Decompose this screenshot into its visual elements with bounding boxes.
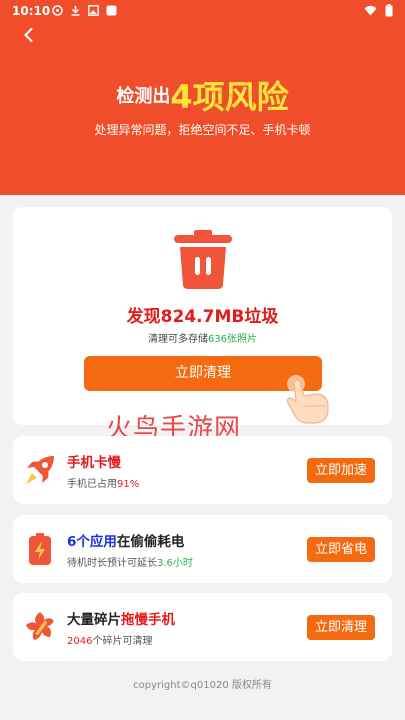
risk-sub-suffix: 个碎片可清理 bbox=[92, 636, 153, 647]
risk-title: 6个应用在偷偷耗电 bbox=[67, 530, 184, 550]
page-subtitle: 处理异常问题，拒绝空间不足、手机卡顿 bbox=[94, 123, 311, 137]
save-power-button[interactable]: 立即省电 bbox=[307, 537, 375, 562]
risk-title-text: 手机卡慢 bbox=[67, 455, 121, 471]
photo-count: 636张照片 bbox=[207, 334, 258, 345]
risk-subtitle: 2046个碎片可清理 bbox=[67, 632, 152, 647]
app-icon bbox=[106, 5, 117, 16]
image-icon bbox=[88, 5, 99, 16]
risk-title-app-count: 6个应用 bbox=[67, 534, 117, 550]
pointing-hand-icon bbox=[276, 370, 334, 426]
back-button[interactable] bbox=[18, 24, 40, 46]
status-right-icons bbox=[364, 4, 393, 20]
storage-prefix: 清理可多存储 bbox=[147, 334, 208, 345]
fragment-icon bbox=[23, 610, 57, 644]
junk-found-text: 发现824.7MB垃圾 bbox=[126, 307, 279, 327]
trash-icon bbox=[170, 229, 236, 291]
risk-sub-prefix: 手机已占用 bbox=[67, 479, 117, 490]
title-prefix: 检测出 bbox=[116, 86, 171, 107]
battery-icon bbox=[385, 4, 393, 20]
risk-sub-value: 91% bbox=[117, 479, 140, 490]
risk-card-slow: 手机卡慢 手机已占用91% 立即加速 bbox=[13, 436, 392, 504]
risk-card-battery: 6个应用在偷偷耗电 待机时长预计可延长3.6小时 立即省电 bbox=[13, 515, 392, 583]
risk-sub-value: 3.6小时 bbox=[157, 558, 193, 569]
risk-subtitle: 待机时长预计可延长3.6小时 bbox=[67, 554, 193, 569]
risk-title-warning: 拖慢手机 bbox=[121, 612, 175, 628]
risk-title-text: 大量碎片 bbox=[67, 612, 121, 628]
sync-icon bbox=[52, 5, 63, 16]
chevron-left-icon bbox=[24, 28, 33, 42]
status-bar: 10:10 bbox=[0, 0, 405, 22]
risk-card-fragments: 大量碎片拖慢手机 2046个碎片可清理 立即清理 bbox=[13, 593, 392, 661]
junk-summary-card: 发现824.7MB垃圾 清理可多存储636张照片 立即清理 bbox=[13, 207, 392, 425]
clean-fragments-button[interactable]: 立即清理 bbox=[307, 615, 375, 640]
rocket-icon bbox=[23, 453, 57, 487]
risk-title-text: 在偷偷耗电 bbox=[116, 534, 185, 550]
download-icon bbox=[70, 5, 81, 16]
risk-title: 手机卡慢 bbox=[67, 451, 121, 471]
risk-sub-value: 2046 bbox=[67, 636, 93, 647]
status-time: 10:10 bbox=[12, 4, 51, 18]
risk-sub-prefix: 待机时长预计可延长 bbox=[67, 558, 157, 569]
status-icons bbox=[52, 5, 117, 16]
battery-icon bbox=[23, 532, 57, 566]
risk-count: 4项风险 bbox=[170, 78, 289, 116]
copyright-footer: copyright©q01020 版权所有 bbox=[133, 680, 272, 691]
risk-subtitle: 手机已占用91% bbox=[67, 475, 139, 490]
storage-hint: 清理可多存储636张照片 bbox=[13, 330, 392, 345]
page-title: 检测出4项风险 bbox=[0, 72, 405, 118]
risk-title: 大量碎片拖慢手机 bbox=[67, 608, 175, 628]
header-banner: 10:10 检测出4项风险 处理异常问题，拒绝空间不足、手机卡顿 bbox=[0, 0, 405, 195]
wifi-icon bbox=[364, 5, 377, 19]
speed-up-button[interactable]: 立即加速 bbox=[307, 458, 375, 483]
